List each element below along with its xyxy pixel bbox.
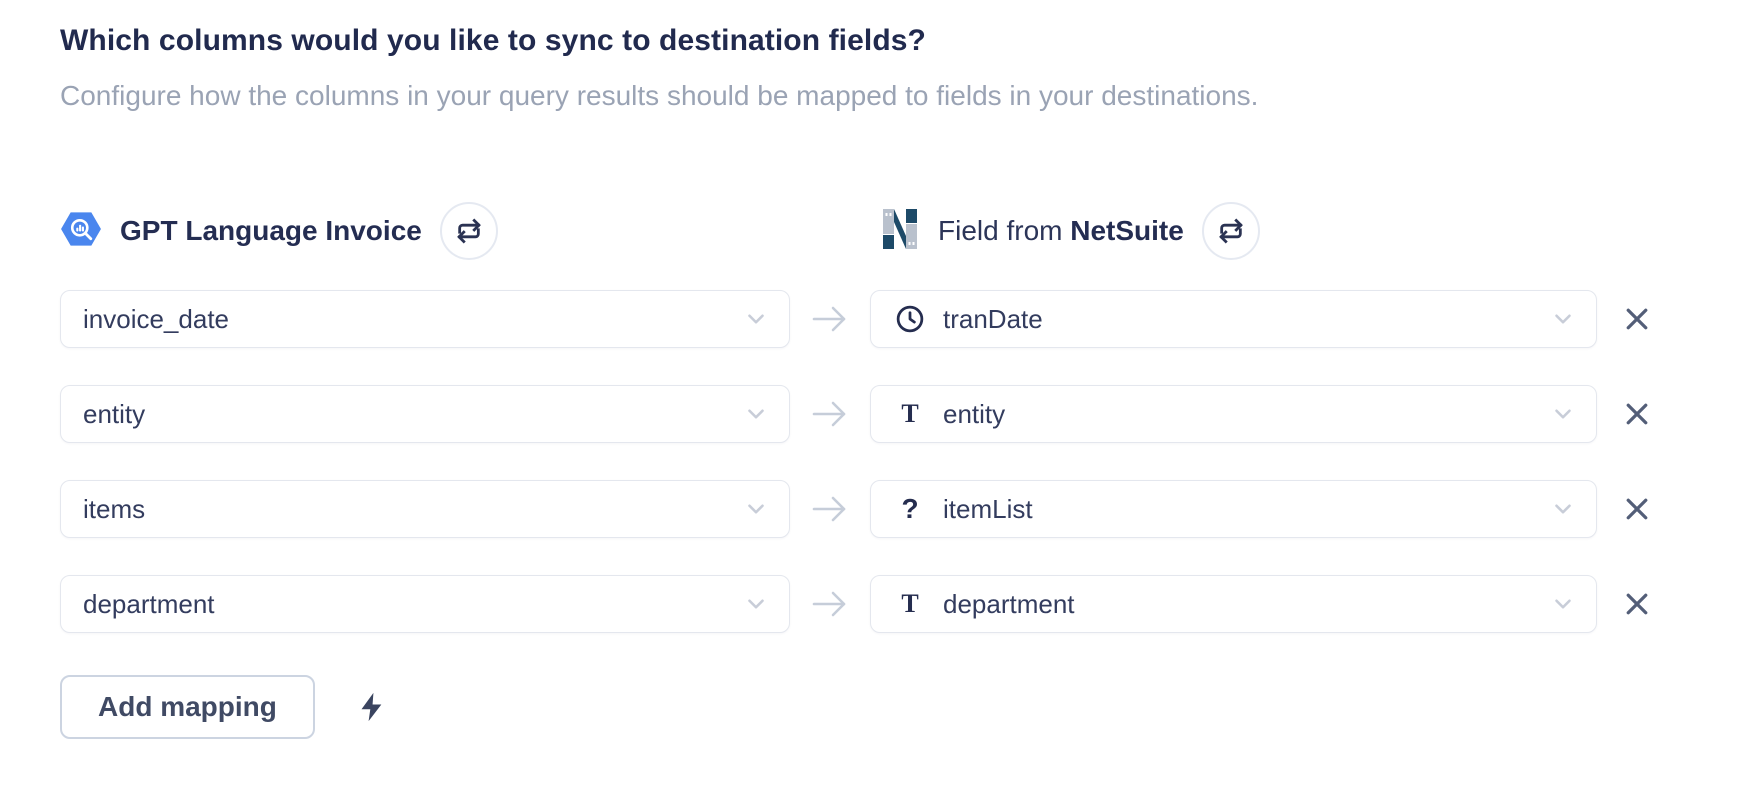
mapping-arrow-icon: [790, 492, 870, 526]
remove-mapping-button[interactable]: [1597, 290, 1662, 348]
destination-field-select[interactable]: T ? itemList: [870, 480, 1597, 538]
chevron-down-icon: [1550, 591, 1576, 617]
remove-mapping-button[interactable]: [1597, 480, 1662, 538]
mapping-rows: invoice_date T ?: [60, 290, 1762, 633]
destination-field-value: itemList: [943, 494, 1538, 525]
mapping-row: department T ?: [60, 575, 1762, 633]
page-subtitle: Configure how the columns in your query …: [60, 78, 1762, 114]
source-header-label: GPT Language Invoice: [120, 215, 422, 247]
remove-mapping-button[interactable]: [1597, 385, 1662, 443]
text-type-icon: T: [893, 401, 927, 427]
source-column-select[interactable]: items: [60, 480, 790, 538]
mapping-row: items T ? ite: [60, 480, 1762, 538]
column-mapping-panel: Which columns would you like to sync to …: [0, 0, 1762, 739]
chevron-down-icon: [1550, 306, 1576, 332]
unknown-type-icon: ?: [893, 495, 927, 523]
mapping-arrow-icon: [790, 397, 870, 431]
swap-source-button[interactable]: [440, 202, 498, 260]
chevron-down-icon: [743, 591, 769, 617]
add-mapping-button[interactable]: Add mapping: [60, 675, 315, 739]
source-column-value: items: [83, 494, 731, 525]
source-column-value: invoice_date: [83, 304, 731, 335]
chevron-down-icon: [1550, 401, 1576, 427]
destination-field-select[interactable]: T ? tranDate: [870, 290, 1597, 348]
chevron-down-icon: [743, 306, 769, 332]
mapping-row: invoice_date T ?: [60, 290, 1762, 348]
destination-field-value: department: [943, 589, 1538, 620]
source-column-header: GPT Language Invoice: [60, 202, 790, 260]
swap-destination-button[interactable]: [1202, 202, 1260, 260]
chevron-down-icon: [743, 496, 769, 522]
destination-column-header: Field from NetSuite: [870, 202, 1597, 260]
mapping-arrow-icon: [790, 302, 870, 336]
close-icon: [1622, 399, 1652, 429]
chevron-down-icon: [743, 401, 769, 427]
actions-bar: Add mapping: [60, 675, 1762, 739]
destination-field-value: tranDate: [943, 304, 1538, 335]
mapping-arrow-icon: [790, 587, 870, 621]
source-column-select[interactable]: invoice_date: [60, 290, 790, 348]
close-icon: [1622, 304, 1652, 334]
destination-field-select[interactable]: T ? entity: [870, 385, 1597, 443]
close-icon: [1622, 589, 1652, 619]
mapping-row: entity T ? en: [60, 385, 1762, 443]
source-column-value: department: [83, 589, 731, 620]
source-column-value: entity: [83, 399, 731, 430]
repeat-icon: [455, 217, 483, 245]
repeat-icon: [1217, 217, 1245, 245]
clock-icon: [893, 304, 927, 334]
text-type-icon: T: [893, 591, 927, 617]
destination-field-value: entity: [943, 399, 1538, 430]
chevron-down-icon: [1550, 496, 1576, 522]
page-title: Which columns would you like to sync to …: [60, 22, 1762, 60]
remove-mapping-button[interactable]: [1597, 575, 1662, 633]
column-headers: GPT Language Invoice: [60, 202, 1762, 260]
source-column-select[interactable]: department: [60, 575, 790, 633]
bigquery-icon: [60, 208, 102, 255]
source-column-select[interactable]: entity: [60, 385, 790, 443]
destination-header-label: Field from NetSuite: [938, 215, 1184, 247]
lightning-bolt-icon[interactable]: [355, 689, 389, 725]
destination-field-select[interactable]: T ? department: [870, 575, 1597, 633]
close-icon: [1622, 494, 1652, 524]
netsuite-icon: [880, 209, 920, 254]
